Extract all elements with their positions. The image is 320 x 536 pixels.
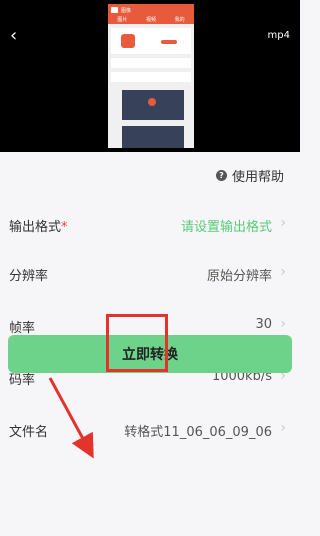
setting-row-resolution[interactable]: 分辨率 原始分辨率 › xyxy=(0,259,300,287)
video-preview-area: ‹ mp4 图像 图片 视频 我的 xyxy=(0,0,300,152)
help-label: 使用帮助 xyxy=(231,170,284,185)
preview-tab: 图片 xyxy=(117,17,128,23)
chevron-right-icon: › xyxy=(280,316,286,332)
preview-row xyxy=(111,72,191,82)
setting-value: 转格式11_06_06_09_06 xyxy=(124,425,272,440)
preview-row xyxy=(111,58,191,68)
preview-pill xyxy=(161,40,177,44)
preview-dot xyxy=(148,98,156,106)
help-link[interactable]: ? 使用帮助 xyxy=(215,166,284,185)
format-badge: mp4 xyxy=(267,30,290,41)
setting-label: 输出格式* xyxy=(9,220,68,235)
preview-avatar xyxy=(121,34,135,48)
setting-label: 分辨率 xyxy=(9,269,49,284)
required-mark: * xyxy=(61,220,68,235)
setting-row-output-format[interactable]: 输出格式* 请设置输出格式 › xyxy=(0,210,300,238)
preview-tabs: 图片 视频 我的 xyxy=(108,16,194,24)
setting-value: 请设置输出格式 xyxy=(180,220,272,235)
chevron-right-icon: › xyxy=(280,264,286,280)
preview-image xyxy=(122,90,184,120)
video-thumbnail: 图像 图片 视频 我的 xyxy=(108,4,194,148)
preview-tab: 视频 xyxy=(145,17,156,23)
setting-label: 文件名 xyxy=(9,425,49,440)
chevron-right-icon: › xyxy=(280,215,286,231)
setting-row-filename[interactable]: 文件名 转格式11_06_06_09_06 › xyxy=(0,415,300,443)
annotation-highlight-box xyxy=(106,314,168,372)
preview-app-bar: 图像 xyxy=(108,4,194,16)
back-icon[interactable]: ‹ xyxy=(10,26,26,46)
setting-value: 30 xyxy=(255,317,272,332)
preview-image xyxy=(122,126,184,148)
preview-logo-icon xyxy=(111,7,118,13)
preview-profile-card xyxy=(111,28,191,54)
chevron-right-icon: › xyxy=(280,420,286,436)
preview-app-title: 图像 xyxy=(121,7,132,14)
help-icon: ? xyxy=(215,170,227,181)
preview-tab: 我的 xyxy=(174,17,185,23)
setting-value: 原始分辨率 xyxy=(206,269,272,284)
setting-label: 帧率 xyxy=(9,321,36,336)
